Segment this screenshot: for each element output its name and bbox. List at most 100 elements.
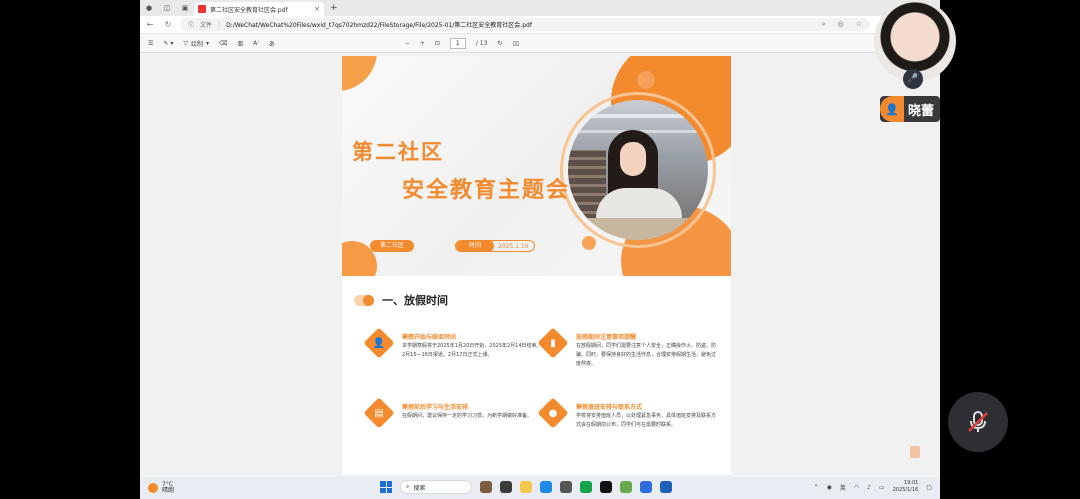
translate-icon[interactable]: あ xyxy=(269,39,275,48)
mute-microphone-button[interactable] xyxy=(948,392,1008,452)
url-field[interactable]: ⓘ 文件 | D:/WeChat/WeChat%20Files/wxid_t7q… xyxy=(180,18,870,31)
close-tab-icon[interactable]: × xyxy=(314,5,320,13)
input-language[interactable]: 英 xyxy=(840,483,846,492)
two-page-icon[interactable]: ▯▯ xyxy=(512,40,519,47)
app-icon[interactable] xyxy=(480,481,492,493)
ceiling-light xyxy=(574,114,704,118)
mic-active-icon: 🎤 xyxy=(903,69,923,89)
tab-actions-icon[interactable]: ▣ xyxy=(176,0,194,16)
clock[interactable]: 19:01 2025/1/16 xyxy=(893,480,919,494)
refresh-icon[interactable]: ↻ xyxy=(162,20,174,29)
item-title: 寒假前后学习与生活安排 xyxy=(402,404,469,411)
app-icon[interactable] xyxy=(560,481,572,493)
weather-text: 7°C 晴朗 xyxy=(162,482,174,494)
contents-icon[interactable]: ☰ xyxy=(148,40,153,47)
weather-sun-icon xyxy=(148,483,158,493)
weather-widget[interactable]: 7°C 晴朗 xyxy=(140,482,174,494)
volume-icon[interactable]: ♪ xyxy=(867,484,871,491)
weather-desc: 晴朗 xyxy=(162,487,175,494)
item-body: 在放假期间，同学们需要注意个人安全，正确操作火、防盗、防骗。同时，要保持良好的生… xyxy=(576,343,717,367)
zoom-out-button[interactable]: − xyxy=(405,40,410,47)
section-title: 一、放假时间 xyxy=(382,294,448,307)
info-icon[interactable]: ⓘ xyxy=(188,20,194,29)
app-icon[interactable] xyxy=(640,481,652,493)
page-total: / 13 xyxy=(475,39,488,47)
document-icon: ▤ xyxy=(374,407,384,419)
pdf-icon xyxy=(198,5,206,13)
find-icon[interactable]: ⌕ xyxy=(822,20,826,29)
battery-icon[interactable]: ▭ xyxy=(879,484,885,491)
item-title: 寒假开始与结束时间 xyxy=(402,334,457,341)
url-actions: ⌕ ◎ ☆ xyxy=(822,20,862,29)
search-placeholder: 搜索 xyxy=(413,484,426,492)
read-aloud-icon[interactable]: A⁾ xyxy=(253,40,259,47)
draw-button[interactable]: ▽ 绘制 ▾ xyxy=(183,39,209,48)
system-tray: ⌃ ◉ 英 ◠ ♪ ▭ 19:01 2025/1/16 ▢ xyxy=(814,480,932,494)
new-tab-button[interactable]: + xyxy=(330,3,338,13)
participant-name-tag: 👤 晓蕾 xyxy=(880,96,940,122)
item-body: 本学期寒假将于2025年1月20日开始，2025年2月14日结束。2月15—16… xyxy=(402,343,542,358)
draw-label: 绘制 xyxy=(190,40,203,48)
wechat-icon[interactable] xyxy=(580,481,592,493)
screen: ● ◫ ▣ 第二社区安全教育社区会.pdf × + — ← ↻ ⓘ 文件 | D… xyxy=(140,0,940,499)
windows-start-icon[interactable] xyxy=(380,481,392,493)
tab-pdf[interactable]: 第二社区安全教育社区会.pdf × xyxy=(194,2,324,16)
tab-title: 第二社区安全教育社区会.pdf xyxy=(210,6,288,14)
address-bar: ← ↻ ⓘ 文件 | D:/WeChat/WeChat%20Files/wxid… xyxy=(140,16,940,34)
zoom-in-button[interactable]: + xyxy=(420,40,425,47)
fit-page-icon[interactable]: ⊡ xyxy=(435,40,440,47)
view-icon[interactable]: ▥ xyxy=(237,40,243,47)
back-icon[interactable]: ← xyxy=(144,20,156,29)
date-pill: 时间 2025.1.16 xyxy=(455,240,535,252)
cover-title-line2: 安全教育主题会 xyxy=(402,177,571,203)
participant-name: 晓蕾 xyxy=(908,103,935,119)
circle-icon: ● xyxy=(548,407,558,419)
pdf-page: 第二社区 安全教育主题会 第二社区 时间 2025.1.16 一、放假时间 👤 … xyxy=(342,56,731,475)
bar-chart-icon: ▮ xyxy=(550,337,556,349)
tiktok-icon[interactable] xyxy=(600,481,612,493)
draw-icon: ▽ xyxy=(183,39,188,47)
person-icon: 👤 xyxy=(372,337,386,349)
student-face xyxy=(620,142,646,176)
word-icon[interactable] xyxy=(660,481,672,493)
community-pill: 第二社区 xyxy=(370,240,414,252)
item-title: 放假期间注意事项提醒 xyxy=(576,334,637,341)
chevron-up-icon[interactable]: ⌃ xyxy=(814,484,819,491)
taskbar-apps: ⌕ 搜索 xyxy=(380,480,672,494)
rotate-icon[interactable]: ↻ xyxy=(497,40,502,47)
browser-essentials-icon[interactable]: ◎ xyxy=(838,20,844,29)
clock-date: 2025/1/16 xyxy=(892,487,919,493)
favorite-star-icon[interactable]: ☆ xyxy=(856,20,862,29)
workspaces-icon[interactable]: ◫ xyxy=(158,0,176,16)
tray-app-icon[interactable]: ◉ xyxy=(827,484,832,491)
windows-taskbar: 7°C 晴朗 ⌕ 搜索 ⌃ ◉ 英 ◠ ♪ ▭ 19:01 2025/1/16 … xyxy=(140,477,940,499)
separator-icon: | xyxy=(218,21,221,28)
wifi-icon[interactable]: ◠ xyxy=(854,484,859,491)
toggle-icon xyxy=(354,294,374,306)
cover-section: 第二社区 安全教育主题会 第二社区 时间 2025.1.16 xyxy=(342,56,731,276)
eraser-icon[interactable]: ⌫ xyxy=(219,40,227,47)
page-number-input[interactable]: 1 xyxy=(449,37,466,49)
profile-icon[interactable]: ● xyxy=(140,0,158,16)
browser-tabbar: ● ◫ ▣ 第二社区安全教育社区会.pdf × + — xyxy=(140,0,940,16)
edge-icon[interactable] xyxy=(540,481,552,493)
url-path: D:/WeChat/WeChat%20Files/wxid_t7qs702hmz… xyxy=(226,22,532,29)
item-title: 寒假值班安排与联系方式 xyxy=(576,404,643,411)
decor-blob xyxy=(342,56,377,91)
file-label: 文件 xyxy=(200,22,213,29)
file-explorer-icon[interactable] xyxy=(520,481,532,493)
annotation-side-icon[interactable] xyxy=(910,446,920,458)
app-icon[interactable] xyxy=(620,481,632,493)
user-icon: 👤 xyxy=(880,96,904,122)
search-icon: ⌕ xyxy=(406,483,410,490)
item-body: 学校将安排值班人员，以处理紧急事务。具体值班安排及联系方式会在假期前公布，同学们… xyxy=(576,413,717,428)
notification-icon[interactable]: ▢ xyxy=(926,484,932,491)
taskbar-search[interactable]: ⌕ 搜索 xyxy=(400,480,472,494)
task-view-icon[interactable] xyxy=(500,481,512,493)
highlight-icon[interactable]: ✎ ▾ xyxy=(163,40,173,47)
mic-off-icon xyxy=(968,411,988,432)
date-pill-value: 2025.1.16 xyxy=(498,242,529,250)
desk xyxy=(568,218,708,240)
pdf-toolbar: ☰ ✎ ▾ ▽绘制 ▾ ⌫ ▥ A⁾ あ − + ⊡ 1 / 13 ↻ ▯▯ ⌕… xyxy=(140,34,940,53)
student-photo xyxy=(568,100,708,240)
